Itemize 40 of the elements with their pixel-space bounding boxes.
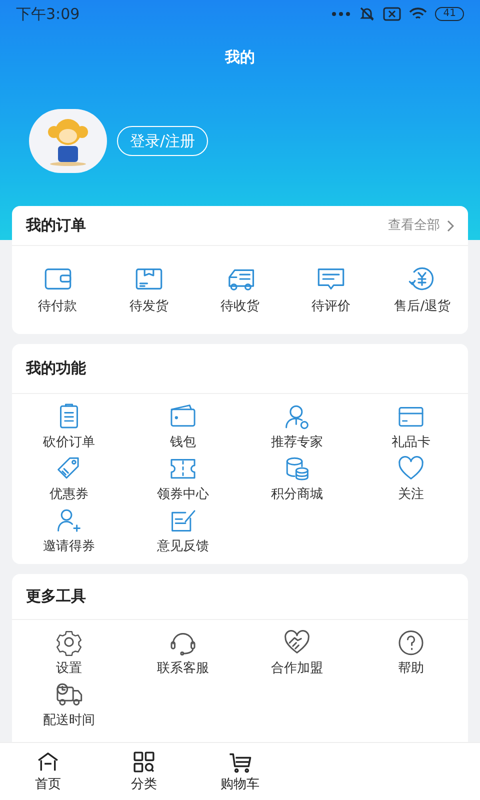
status-time: 下午3:09 — [16, 4, 80, 25]
menu-item[interactable]: 邀请得券 — [12, 506, 126, 556]
view-all-link[interactable]: 查看全部 — [388, 216, 454, 236]
menu-item[interactable]: 联系客服 — [126, 628, 240, 678]
help-icon — [397, 628, 425, 656]
menu-item[interactable]: 配送时间 — [12, 680, 126, 730]
menu-item[interactable]: 推荐专家 — [240, 402, 354, 452]
tab[interactable]: 分类 — [96, 743, 192, 800]
section-title: 更多工具 — [26, 586, 86, 608]
tab[interactable]: 购物车 — [192, 743, 288, 800]
menu-item[interactable]: 钱包 — [126, 402, 240, 452]
menu-item[interactable]: 礼品卡 — [354, 402, 468, 452]
chevron-icon — [446, 220, 454, 232]
sim-icon — [383, 7, 402, 21]
menu-item[interactable]: 砍价订单 — [12, 402, 126, 452]
menu-item[interactable]: 待付款 — [12, 264, 104, 316]
grid-icon — [132, 750, 156, 774]
heart-icon — [397, 454, 425, 482]
menu-item[interactable]: 帮助 — [354, 628, 468, 678]
menu-item[interactable]: 待发货 — [103, 264, 194, 316]
section-title: 我的订单 — [26, 215, 86, 236]
page-title: 我的 — [225, 46, 255, 68]
muted-bell-icon — [359, 6, 376, 22]
more-icon — [331, 11, 352, 17]
wifi-icon — [409, 7, 428, 21]
menu-item[interactable]: 待收货 — [194, 264, 286, 316]
menu-item[interactable]: 设置 — [12, 628, 126, 678]
handshake-icon — [283, 628, 311, 656]
battery-icon: 41 — [435, 7, 464, 21]
menu-item[interactable]: 优惠券 — [12, 454, 126, 504]
section-title: 我的功能 — [26, 358, 86, 380]
menu-item[interactable]: 关注 — [354, 454, 468, 504]
menu-item[interactable]: 积分商城 — [240, 454, 354, 504]
menu-item[interactable]: 领券中心 — [126, 454, 240, 504]
menu-item[interactable]: 待评价 — [286, 264, 377, 316]
menu-item[interactable]: 售后/退货 — [376, 264, 468, 316]
menu-item[interactable]: 意见反馈 — [126, 506, 240, 556]
settings-icon — [55, 628, 83, 656]
tab[interactable]: 首页 — [0, 743, 96, 800]
menu-item[interactable]: 合作加盟 — [240, 628, 354, 678]
